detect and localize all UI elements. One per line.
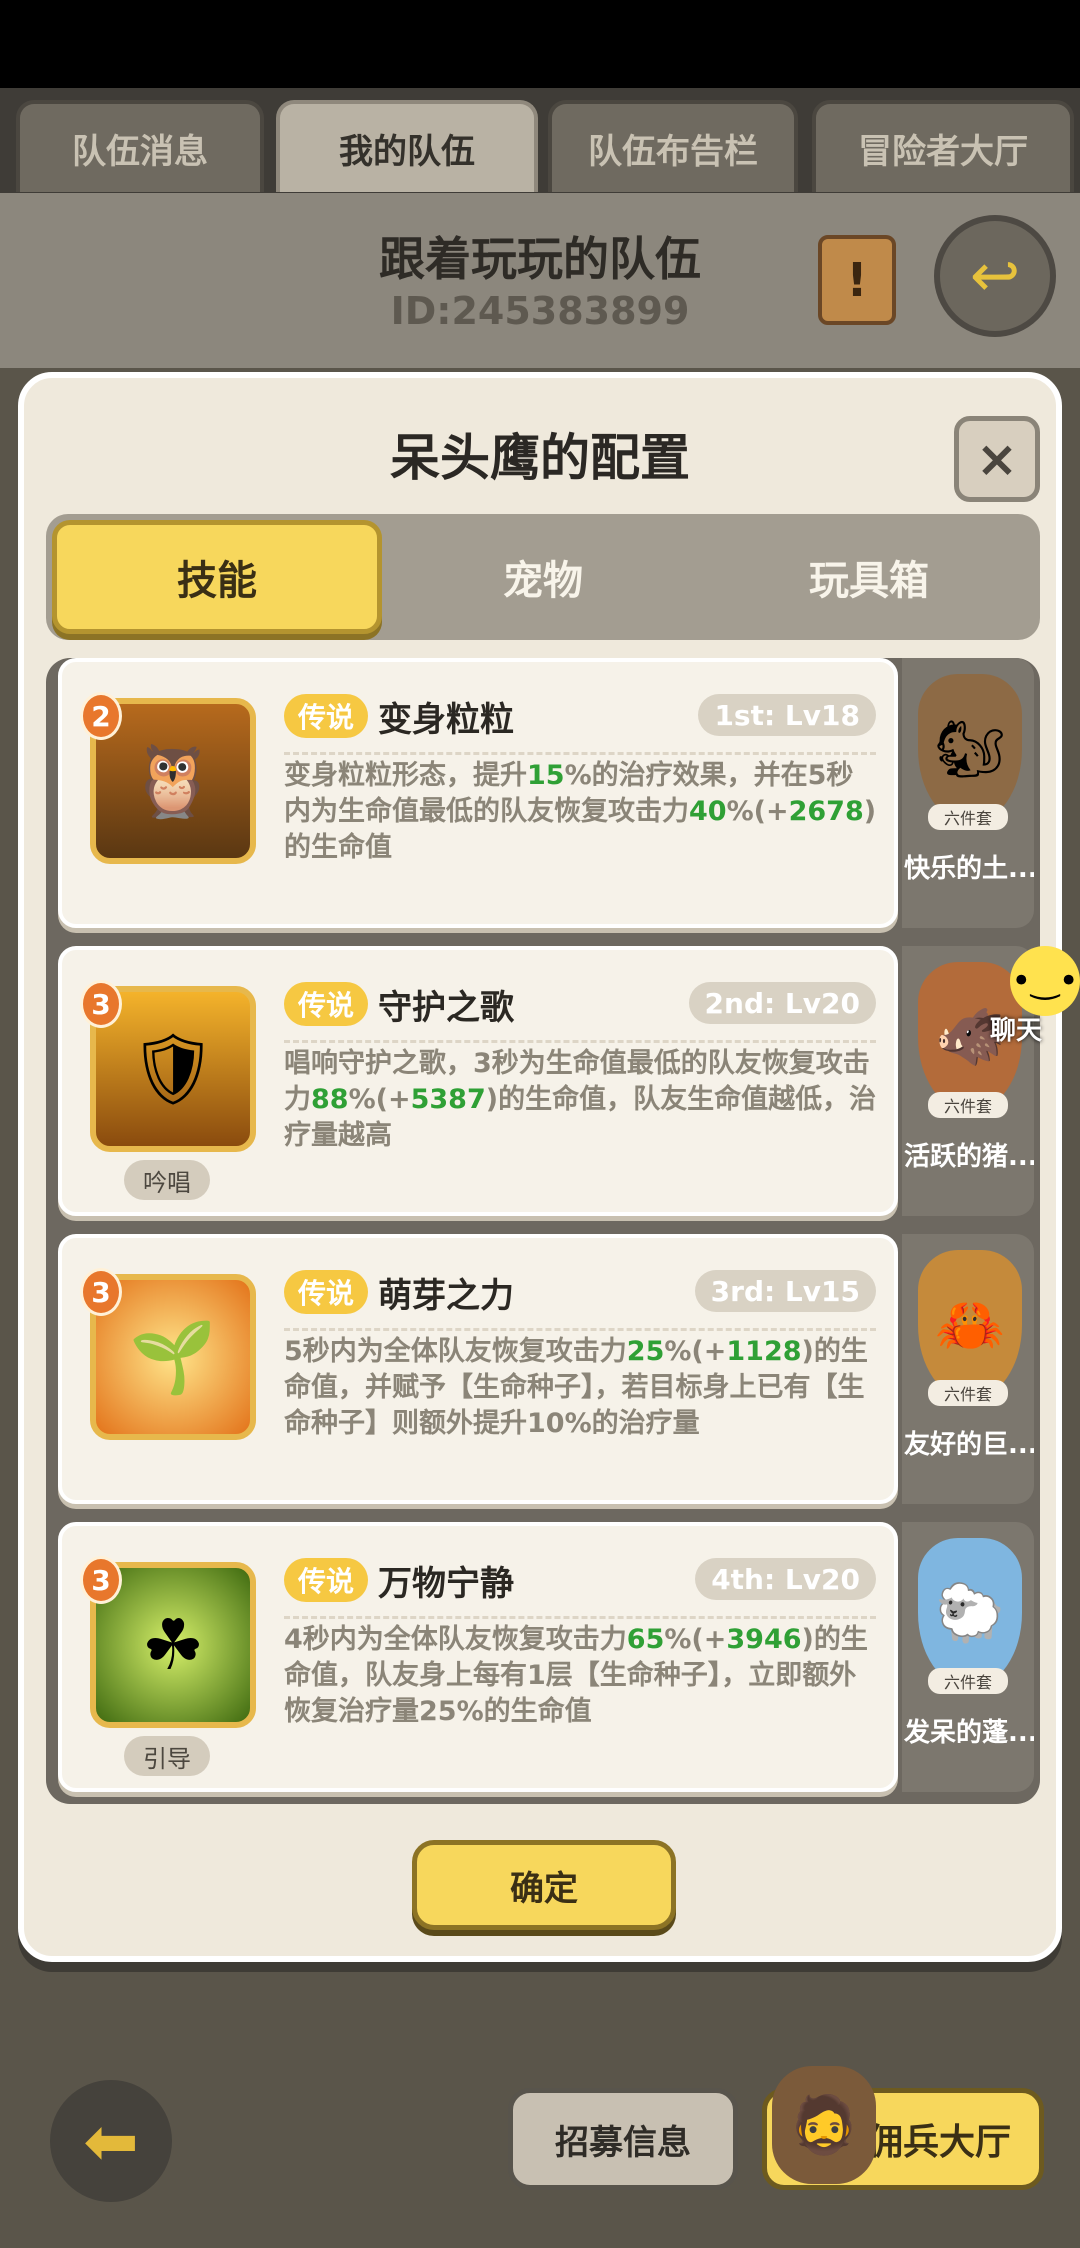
tab-toybox[interactable]: 玩具箱: [704, 520, 1034, 634]
pet-name: 发呆的蓬...: [904, 1718, 1034, 1748]
tab-team-board[interactable]: 队伍布告栏: [548, 100, 798, 192]
cast-type-label: 引导: [124, 1736, 210, 1776]
rarity-badge: 传说: [284, 1558, 369, 1602]
close-icon: ×: [976, 430, 1018, 488]
skill-description: 唱响守护之歌，3秒为生命值最低的队友恢复攻击力88%(+5387)的生命值，队友…: [284, 1048, 877, 1151]
pet-set-tag: 六件套: [928, 1668, 1008, 1694]
skill-level-badge: 3rd: Lv15: [694, 1270, 876, 1312]
rarity-badge: 传说: [284, 1270, 369, 1314]
skill-card[interactable]: 🛡 3 吟唱 传说 守护之歌 2nd: Lv20 唱响守护之歌，3秒为生命值最低…: [58, 946, 898, 1216]
skill-level-badge: 1st: Lv18: [698, 694, 876, 736]
skill-description: 变身粒粒形态，提升15%的治疗效果，并在5秒内为生命值最低的队友恢复攻击力40%…: [284, 760, 877, 863]
exit-icon: ↩: [969, 241, 1021, 311]
pet-slot[interactable]: 🦀 六件套 友好的巨...: [902, 1234, 1034, 1504]
rarity-badge: 传说: [284, 982, 369, 1026]
notice-scroll-icon[interactable]: !: [818, 235, 896, 325]
rank-badge: 2: [80, 692, 122, 740]
rarity-badge: 传说: [284, 694, 369, 738]
team-header: 跟着玩玩的队伍 ID:245383899 ! ↩: [0, 193, 1080, 368]
pet-name: 活跃的猪...: [904, 1142, 1034, 1172]
skill-description: 5秒内为全体队友恢复攻击力25%(+1128)的生命值，并赋予【生命种子】，若目…: [284, 1336, 868, 1439]
recruit-info-button[interactable]: 招募信息: [508, 2088, 738, 2190]
skill-level-badge: 2nd: Lv20: [688, 982, 876, 1024]
back-button[interactable]: ⬅: [50, 2080, 172, 2202]
skill-name: 万物宁静: [378, 1564, 514, 1604]
skill-name: 萌芽之力: [378, 1276, 514, 1316]
tab-adventurer-hall[interactable]: 冒险者大厅: [812, 100, 1074, 192]
skill-card[interactable]: 🌱 3 传说 萌芽之力 3rd: Lv15 5秒内为全体队友恢复攻击力25%(+…: [58, 1234, 898, 1504]
skill-card[interactable]: ☘ 3 引导 传说 万物宁静 4th: Lv20 4秒内为全体队友恢复攻击力65…: [58, 1522, 898, 1792]
top-tab-bar: 队伍消息 我的队伍 队伍布告栏 冒险者大厅: [0, 88, 1080, 193]
team-name: 跟着玩玩的队伍: [379, 232, 701, 286]
config-tab-bar: 技能 宠物 玩具箱: [46, 514, 1040, 640]
confirm-button[interactable]: 确定: [412, 1840, 676, 1930]
close-button[interactable]: ×: [954, 416, 1040, 502]
skill-name: 变身粒粒: [378, 700, 514, 740]
skill-card[interactable]: 🦉 2 传说 变身粒粒 1st: Lv18 变身粒粒形态，提升15%的治疗效果，…: [58, 658, 898, 928]
rank-badge: 3: [80, 980, 122, 1028]
status-bar: [0, 0, 1080, 88]
tab-pets[interactable]: 宠物: [378, 520, 708, 634]
divider: [284, 752, 876, 755]
divider: [284, 1328, 876, 1331]
dialog-title: 呆头鹰的配置: [390, 429, 690, 487]
divider: [284, 1616, 876, 1619]
team-id: ID:245383899: [390, 289, 690, 333]
crab-icon: 🦀: [918, 1250, 1022, 1400]
pet-name: 友好的巨...: [904, 1430, 1034, 1460]
chat-button[interactable]: •‿• 聊天: [980, 946, 1080, 1046]
chat-label: 聊天: [990, 1016, 1043, 1046]
pet-set-tag: 六件套: [928, 1380, 1008, 1406]
pet-set-tag: 六件套: [928, 804, 1008, 830]
pet-set-tag: 六件套: [928, 1092, 1008, 1118]
chat-face-icon: •‿•: [1010, 946, 1080, 1016]
skill-list-panel: 🦉 2 传说 变身粒粒 1st: Lv18 变身粒粒形态，提升15%的治疗效果，…: [46, 658, 1040, 1804]
tab-my-team[interactable]: 我的队伍: [276, 100, 538, 192]
config-dialog: 呆头鹰的配置 × 技能 宠物 玩具箱 🦉 2 传说 变身粒粒 1st: Lv18…: [18, 372, 1062, 1962]
back-arrow-icon: ⬅: [83, 2102, 139, 2180]
exit-team-button[interactable]: ↩: [934, 215, 1056, 337]
pet-slot[interactable]: 🐿 六件套 快乐的土...: [902, 658, 1034, 928]
tab-skills[interactable]: 技能: [52, 520, 382, 634]
divider: [284, 1040, 876, 1043]
skill-name: 守护之歌: [378, 988, 514, 1028]
rank-badge: 3: [80, 1556, 122, 1604]
tab-team-messages[interactable]: 队伍消息: [16, 100, 264, 192]
rank-badge: 3: [80, 1268, 122, 1316]
skill-description: 4秒内为全体队友恢复攻击力65%(+3946)的生命值，队友身上每有1层【生命种…: [284, 1624, 868, 1727]
skill-level-badge: 4th: Lv20: [695, 1558, 876, 1600]
pet-name: 快乐的土...: [904, 854, 1034, 884]
pet-slot[interactable]: 🐑 六件套 发呆的蓬...: [902, 1522, 1034, 1792]
cast-type-label: 吟唱: [124, 1160, 210, 1200]
sheep-icon: 🐑: [918, 1538, 1022, 1688]
caveman-avatar-icon: 🧔: [772, 2066, 876, 2184]
squirrel-icon: 🐿: [918, 674, 1022, 824]
